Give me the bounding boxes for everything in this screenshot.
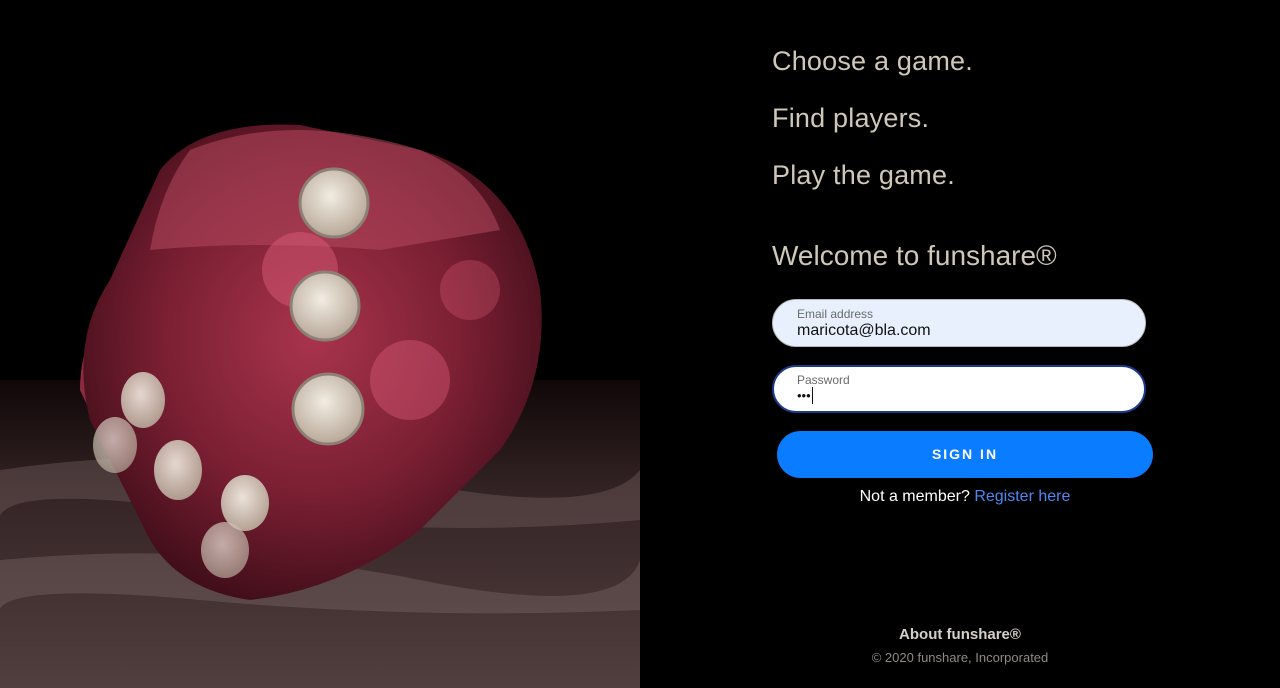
dice-icon xyxy=(0,0,640,688)
password-value[interactable]: ••• xyxy=(797,387,813,404)
text-caret xyxy=(811,387,813,404)
sign-in-button[interactable]: SIGN IN xyxy=(777,431,1153,478)
password-dots: ••• xyxy=(797,388,811,403)
password-label: Password xyxy=(797,373,850,387)
not-member-text: Not a member? xyxy=(859,488,970,505)
register-link[interactable]: Register here xyxy=(974,488,1070,505)
about-link[interactable]: About funshare® xyxy=(640,626,1280,643)
welcome-heading: Welcome to funshare® xyxy=(772,240,1057,271)
hero-image xyxy=(0,0,640,688)
email-label: Email address xyxy=(797,307,874,321)
register-prompt: Not a member? Register here xyxy=(640,488,1280,506)
email-value[interactable]: maricota@bla.com xyxy=(797,322,931,340)
copyright-text: © 2020 funshare, Incorporated xyxy=(871,650,1049,665)
tagline-play: Play the game. xyxy=(772,160,955,190)
password-field[interactable]: Password ••• xyxy=(772,365,1146,413)
tagline-find: Find players. xyxy=(772,103,930,133)
tagline-choose: Choose a game. xyxy=(772,46,973,76)
email-field[interactable]: Email address maricota@bla.com xyxy=(772,299,1146,347)
login-panel: Choose a game. Find players. Play the ga… xyxy=(640,0,1280,688)
